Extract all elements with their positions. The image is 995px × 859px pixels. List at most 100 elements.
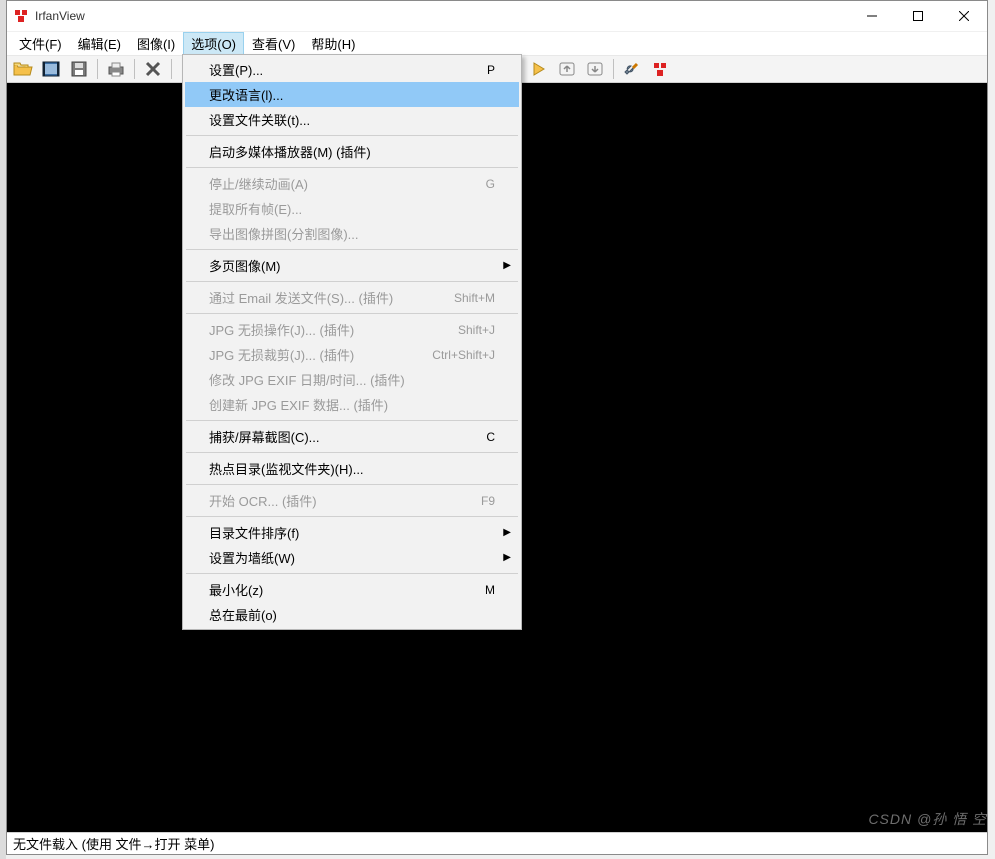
menu-item[interactable]: 设置文件关联(t)... xyxy=(185,107,519,132)
menu-item-label: 停止/继续动画(A) xyxy=(209,174,470,193)
menu-item-label: 设置文件关联(t)... xyxy=(209,110,495,129)
menu-item: JPG 无损操作(J)... (插件)Shift+J xyxy=(185,317,519,342)
menu-edit[interactable]: 编辑(E) xyxy=(70,32,129,55)
close-button[interactable] xyxy=(941,1,987,31)
menu-item: 开始 OCR... (插件)F9 xyxy=(185,488,519,513)
menubar: 文件(F) 编辑(E) 图像(I) 选项(O) 查看(V) 帮助(H) xyxy=(7,31,987,55)
options-dropdown: 设置(P)...P 更改语言(l)... 设置文件关联(t)... 启动多媒体播放器(… xyxy=(182,54,522,630)
menu-separator xyxy=(186,516,518,517)
menu-item-label: 总在最前(o) xyxy=(209,605,495,624)
menu-item[interactable]: 目录文件排序(f) ▶ xyxy=(185,520,519,545)
next-button[interactable] xyxy=(527,57,551,81)
menu-item[interactable]: 设置(P)...P xyxy=(185,57,519,82)
menu-separator xyxy=(186,573,518,574)
menu-image-label: 图像(I) xyxy=(137,34,175,53)
menu-item-shortcut: F9 xyxy=(465,494,495,508)
first-button[interactable] xyxy=(555,57,579,81)
printer-icon xyxy=(106,60,126,78)
thumbnails-button[interactable] xyxy=(39,57,63,81)
menu-item-shortcut: P xyxy=(471,63,495,77)
menu-item-label: JPG 无损操作(J)... (插件) xyxy=(209,320,442,339)
menu-item: 提取所有帧(E)... xyxy=(185,196,519,221)
menu-item-label: JPG 无损裁剪(J)... (插件) xyxy=(209,345,416,364)
about-button[interactable] xyxy=(648,57,672,81)
open-button[interactable] xyxy=(11,57,35,81)
last-icon xyxy=(586,60,604,78)
menu-item[interactable]: 更改语言(l)... xyxy=(185,82,519,107)
menu-item-label: 设置为墙纸(W) xyxy=(209,548,495,567)
minimize-button[interactable] xyxy=(849,1,895,31)
menu-item[interactable]: 最小化(z)M xyxy=(185,577,519,602)
menu-item[interactable]: 设置为墙纸(W) ▶ xyxy=(185,545,519,570)
maximize-button[interactable] xyxy=(895,1,941,31)
menu-item-label: 开始 OCR... (插件) xyxy=(209,491,465,510)
menu-item[interactable]: 捕获/屏幕截图(C)...C xyxy=(185,424,519,449)
statusbar: 无文件载入 (使用 文件→打开 菜单) xyxy=(7,832,987,854)
window-title: IrfanView xyxy=(35,9,849,23)
save-button[interactable] xyxy=(67,57,91,81)
folder-open-icon xyxy=(13,60,33,78)
menu-separator xyxy=(186,249,518,250)
menu-item: 通过 Email 发送文件(S)... (插件)Shift+M xyxy=(185,285,519,310)
menu-separator xyxy=(186,484,518,485)
menu-help-label: 帮助(H) xyxy=(311,34,355,53)
menu-item-shortcut: C xyxy=(470,430,495,444)
last-button[interactable] xyxy=(583,57,607,81)
menu-item-shortcut: Ctrl+Shift+J xyxy=(416,348,495,362)
film-icon xyxy=(41,60,61,78)
menu-file[interactable]: 文件(F) xyxy=(11,32,70,55)
menu-item[interactable]: 热点目录(监视文件夹)(H)... xyxy=(185,456,519,481)
menu-item-label: 最小化(z) xyxy=(209,580,469,599)
menu-item-label: 更改语言(l)... xyxy=(209,85,495,104)
menu-separator xyxy=(186,167,518,168)
first-icon xyxy=(558,60,576,78)
menu-item-shortcut: Shift+J xyxy=(442,323,495,337)
menu-item-label: 热点目录(监视文件夹)(H)... xyxy=(209,459,495,478)
app-icon xyxy=(13,8,29,24)
menu-item: 创建新 JPG EXIF 数据... (插件) xyxy=(185,392,519,417)
menu-item: JPG 无损裁剪(J)... (插件)Ctrl+Shift+J xyxy=(185,342,519,367)
menu-item-label: 创建新 JPG EXIF 数据... (插件) xyxy=(209,395,495,414)
menu-file-label: 文件(F) xyxy=(19,34,62,53)
menu-item: 停止/继续动画(A)G xyxy=(185,171,519,196)
x-icon xyxy=(145,61,161,77)
menu-item[interactable]: 启动多媒体播放器(M) (插件) xyxy=(185,139,519,164)
menu-options[interactable]: 选项(O) xyxy=(183,32,244,55)
titlebar: IrfanView xyxy=(7,1,987,31)
menu-item-shortcut: G xyxy=(470,177,495,191)
menu-item[interactable]: 总在最前(o) xyxy=(185,602,519,627)
menu-item: 修改 JPG EXIF 日期/时间... (插件) xyxy=(185,367,519,392)
menu-item-label: 提取所有帧(E)... xyxy=(209,199,495,218)
menu-edit-label: 编辑(E) xyxy=(78,34,121,53)
menu-item-label: 目录文件排序(f) xyxy=(209,523,495,542)
menu-image[interactable]: 图像(I) xyxy=(129,32,183,55)
delete-button[interactable] xyxy=(141,57,165,81)
menu-view[interactable]: 查看(V) xyxy=(244,32,303,55)
toolbar-separator xyxy=(134,59,135,79)
menu-item-shortcut: M xyxy=(469,583,495,597)
menu-item-label: 导出图像拼图(分割图像)... xyxy=(209,224,495,243)
submenu-arrow-icon: ▶ xyxy=(503,260,511,271)
floppy-icon xyxy=(70,60,88,78)
menu-separator xyxy=(186,452,518,453)
menu-separator xyxy=(186,420,518,421)
menu-separator xyxy=(186,313,518,314)
toolbar-separator xyxy=(97,59,98,79)
toolbar-separator xyxy=(171,59,172,79)
menu-item-label: 启动多媒体播放器(M) (插件) xyxy=(209,142,495,161)
menu-options-label: 选项(O) xyxy=(191,34,236,53)
settings-button[interactable] xyxy=(620,57,644,81)
menu-item[interactable]: 多页图像(M)▶ xyxy=(185,253,519,278)
menu-item-label: 修改 JPG EXIF 日期/时间... (插件) xyxy=(209,370,495,389)
menu-item: 导出图像拼图(分割图像)... xyxy=(185,221,519,246)
menu-separator xyxy=(186,135,518,136)
puzzle-icon xyxy=(651,60,669,78)
menu-item-label: 通过 Email 发送文件(S)... (插件) xyxy=(209,288,438,307)
submenu-arrow-icon: ▶ xyxy=(503,552,511,563)
window-controls xyxy=(849,1,987,31)
print-button[interactable] xyxy=(104,57,128,81)
menu-view-label: 查看(V) xyxy=(252,34,295,53)
menu-help[interactable]: 帮助(H) xyxy=(303,32,363,55)
submenu-arrow-icon: ▶ xyxy=(503,527,511,538)
arrow-right-icon xyxy=(530,60,548,78)
